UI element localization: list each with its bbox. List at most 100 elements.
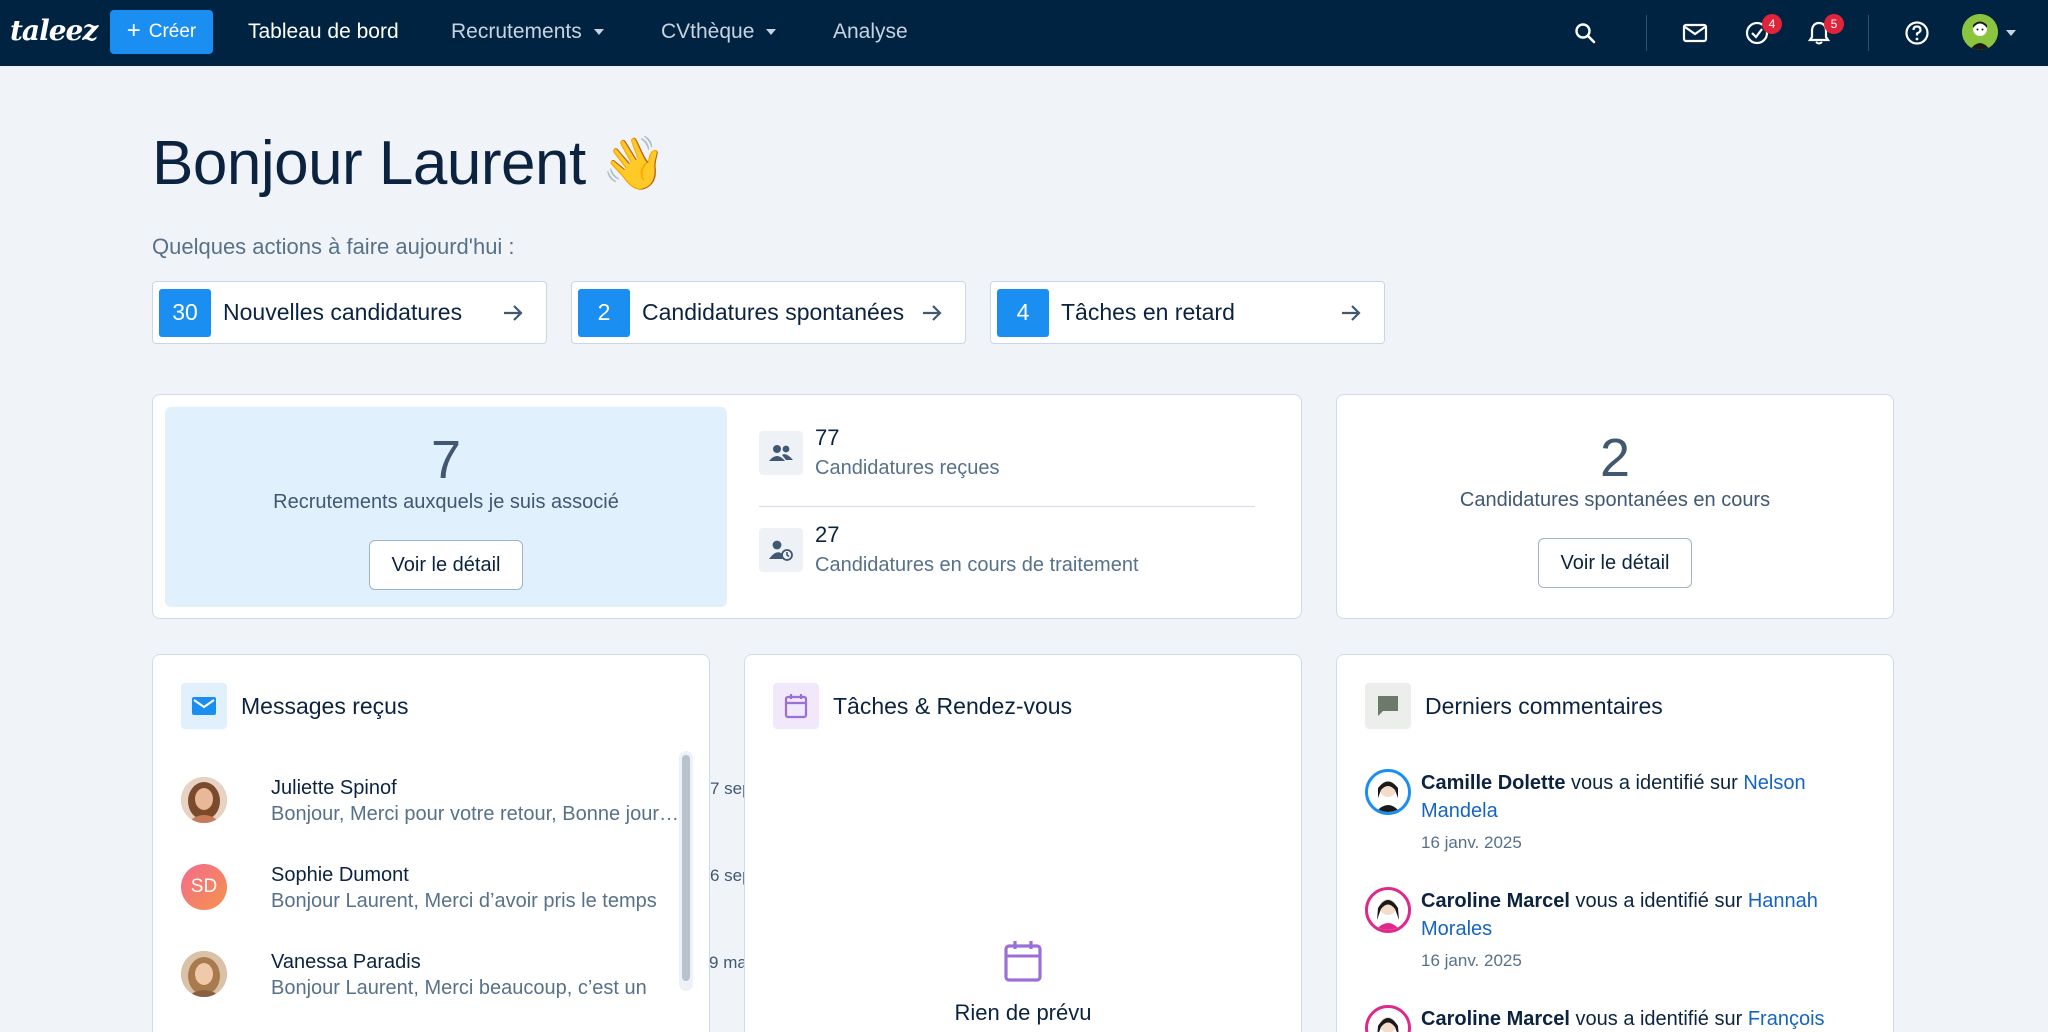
avatar xyxy=(181,777,227,823)
nav-dashboard[interactable]: Tableau de bord xyxy=(248,20,399,44)
recruitments-summary: 7 Recrutements auxquels je suis associé … xyxy=(165,407,727,607)
comment-target-link[interactable]: François xyxy=(1748,1008,1825,1030)
messages-title-text: Messages reçus xyxy=(241,692,409,719)
stat-value: 77 xyxy=(815,425,840,450)
tasks-empty-state: Rien de prévu xyxy=(745,939,1301,1026)
avatar xyxy=(1365,769,1411,815)
arrow-right-icon xyxy=(1342,304,1361,321)
mail-icon[interactable] xyxy=(1680,18,1710,48)
message-item[interactable]: Vanessa Paradis 9 mars Bonjour Laurent, … xyxy=(181,939,811,999)
spontaneous-detail-button[interactable]: Voir le détail xyxy=(1537,538,1693,588)
page-title: Bonjour Laurent 👋 xyxy=(152,128,666,199)
topbar-divider xyxy=(1646,15,1647,51)
comment-author: Caroline Marcel xyxy=(1421,890,1570,912)
action-label: Nouvelles candidatures xyxy=(223,299,463,325)
action-count: 4 xyxy=(997,288,1049,337)
action-label: Tâches en retard xyxy=(1061,299,1235,325)
action-new-applications[interactable]: 30 Nouvelles candidatures xyxy=(152,281,547,344)
comment-author: Camille Dolette xyxy=(1421,772,1566,794)
spontaneous-card: 2 Candidatures spontanées en cours Voir … xyxy=(1336,394,1894,619)
nav-recruitments[interactable]: Recrutements xyxy=(451,20,604,44)
create-button[interactable]: + Créer xyxy=(110,10,213,54)
stat-divider xyxy=(759,506,1255,507)
comment-date: 16 janv. 2025 xyxy=(1421,833,1522,852)
plus-icon: + xyxy=(126,17,141,44)
actions-subtitle: Quelques actions à faire aujourd'hui : xyxy=(152,234,515,259)
greeting-text: Bonjour Laurent xyxy=(152,129,586,198)
nav-analyse-label: Analyse xyxy=(833,20,908,43)
message-sender: Vanessa Paradis xyxy=(271,951,421,973)
tasks-title-text: Tâches & Rendez-vous xyxy=(833,692,1073,719)
scrollbar-thumb[interactable] xyxy=(682,755,690,981)
message-preview: Bonjour, Merci pour votre retour, Bonne … xyxy=(271,803,689,825)
stat-value: 27 xyxy=(815,522,840,547)
spontaneous-count: 2 xyxy=(1599,428,1631,488)
action-count: 30 xyxy=(159,288,211,337)
tasks-empty-title: Rien de prévu xyxy=(954,1000,1092,1025)
comment-date: 16 janv. 2025 xyxy=(1421,951,1522,970)
top-navigation-bar: taleez + Créer Tableau de bord Recruteme… xyxy=(0,0,2048,66)
message-preview: Bonjour Laurent, Merci beaucoup, c’est u… xyxy=(271,977,647,999)
avatar: SD xyxy=(181,864,227,910)
help-icon[interactable] xyxy=(1902,18,1932,48)
user-avatar[interactable] xyxy=(1962,14,1998,50)
comment-icon xyxy=(1365,683,1411,729)
create-button-label: Créer xyxy=(148,21,197,42)
message-preview: Bonjour Laurent, Merci d’avoir pris le t… xyxy=(271,890,657,912)
nav-recruitments-label: Recrutements xyxy=(451,20,582,43)
message-sender: Juliette Spinof xyxy=(271,777,397,799)
nav-cvtheque-label: CVthèque xyxy=(661,20,755,43)
waving-hand-icon: 👋 xyxy=(601,135,667,193)
recruitments-detail-button[interactable]: Voir le détail xyxy=(368,540,524,590)
comments-title: Derniers commentaires xyxy=(1365,683,1663,729)
chevron-down-icon xyxy=(593,29,604,35)
stat-label: Candidatures reçues xyxy=(815,457,1000,479)
message-item[interactable]: SD Sophie Dumont 6 sept. Bonjour Laurent… xyxy=(181,852,811,912)
nav-analyse[interactable]: Analyse xyxy=(833,20,908,44)
chevron-down-icon[interactable] xyxy=(2006,30,2016,36)
avatar xyxy=(1365,1005,1411,1032)
action-overdue-tasks[interactable]: 4 Tâches en retard xyxy=(990,281,1385,344)
bell-icon[interactable]: 5 xyxy=(1804,14,1844,48)
comment-text: Caroline Marcel vous a identifié sur Han… xyxy=(1421,887,1861,943)
tasks-card: Tâches & Rendez-vous Rien de prévu xyxy=(744,654,1302,1032)
stat-label: Candidatures en cours de traitement xyxy=(815,554,1139,576)
comment-text: Caroline Marcel vous a identifié sur Fra… xyxy=(1421,1005,1861,1032)
action-label: Candidatures spontanées xyxy=(642,299,905,325)
action-count: 2 xyxy=(578,288,630,337)
chevron-down-icon xyxy=(766,29,777,35)
recruitments-card: 7 Recrutements auxquels je suis associé … xyxy=(152,394,1302,619)
recruitments-label: Recrutements auxquels je suis associé xyxy=(273,491,619,513)
tasks-check-icon[interactable]: 4 xyxy=(1742,14,1782,48)
avatar xyxy=(181,951,227,997)
avatar xyxy=(1365,887,1411,933)
calendar-empty-icon xyxy=(1004,941,1042,982)
avatar-initials: SD xyxy=(190,876,218,897)
arrow-right-icon xyxy=(504,304,523,321)
comments-title-text: Derniers commentaires xyxy=(1425,692,1663,719)
comment-author: Caroline Marcel xyxy=(1421,1008,1570,1030)
comment-verb: vous a identifié sur xyxy=(1569,1008,1748,1030)
comment-verb: vous a identifié sur xyxy=(1565,772,1744,794)
message-sender: Sophie Dumont xyxy=(271,864,409,886)
search-icon[interactable] xyxy=(1570,18,1600,48)
messages-title: Messages reçus xyxy=(181,683,408,729)
message-item[interactable]: Juliette Spinof 7 sept. Bonjour, Merci p… xyxy=(181,765,811,825)
arrow-right-icon xyxy=(923,304,942,321)
comment-text: Camille Dolette vous a identifié sur Nel… xyxy=(1421,769,1861,825)
stat-in-progress[interactable]: 27 Candidatures en cours de traitement xyxy=(759,522,1139,577)
recruitments-count: 7 xyxy=(430,430,462,490)
people-icon xyxy=(759,431,803,475)
notifications-badge: 5 xyxy=(1824,14,1844,34)
messages-scrollbar[interactable] xyxy=(679,751,693,991)
nav-cvtheque[interactable]: CVthèque xyxy=(661,20,777,44)
comment-verb: vous a identifié sur xyxy=(1569,890,1748,912)
comments-card: Derniers commentaires Camille Dolette vo… xyxy=(1336,654,1894,1032)
messages-card: Messages reçus Juliette Spinof 7 sept. B… xyxy=(152,654,761,1032)
taleez-logo[interactable]: taleez xyxy=(10,14,98,47)
person-clock-icon xyxy=(759,528,803,572)
action-spontaneous-applications[interactable]: 2 Candidatures spontanées xyxy=(571,281,966,344)
spontaneous-label: Candidatures spontanées en cours xyxy=(1459,489,1771,511)
stat-received[interactable]: 77 Candidatures reçues xyxy=(759,425,1000,480)
calendar-icon xyxy=(773,683,819,729)
